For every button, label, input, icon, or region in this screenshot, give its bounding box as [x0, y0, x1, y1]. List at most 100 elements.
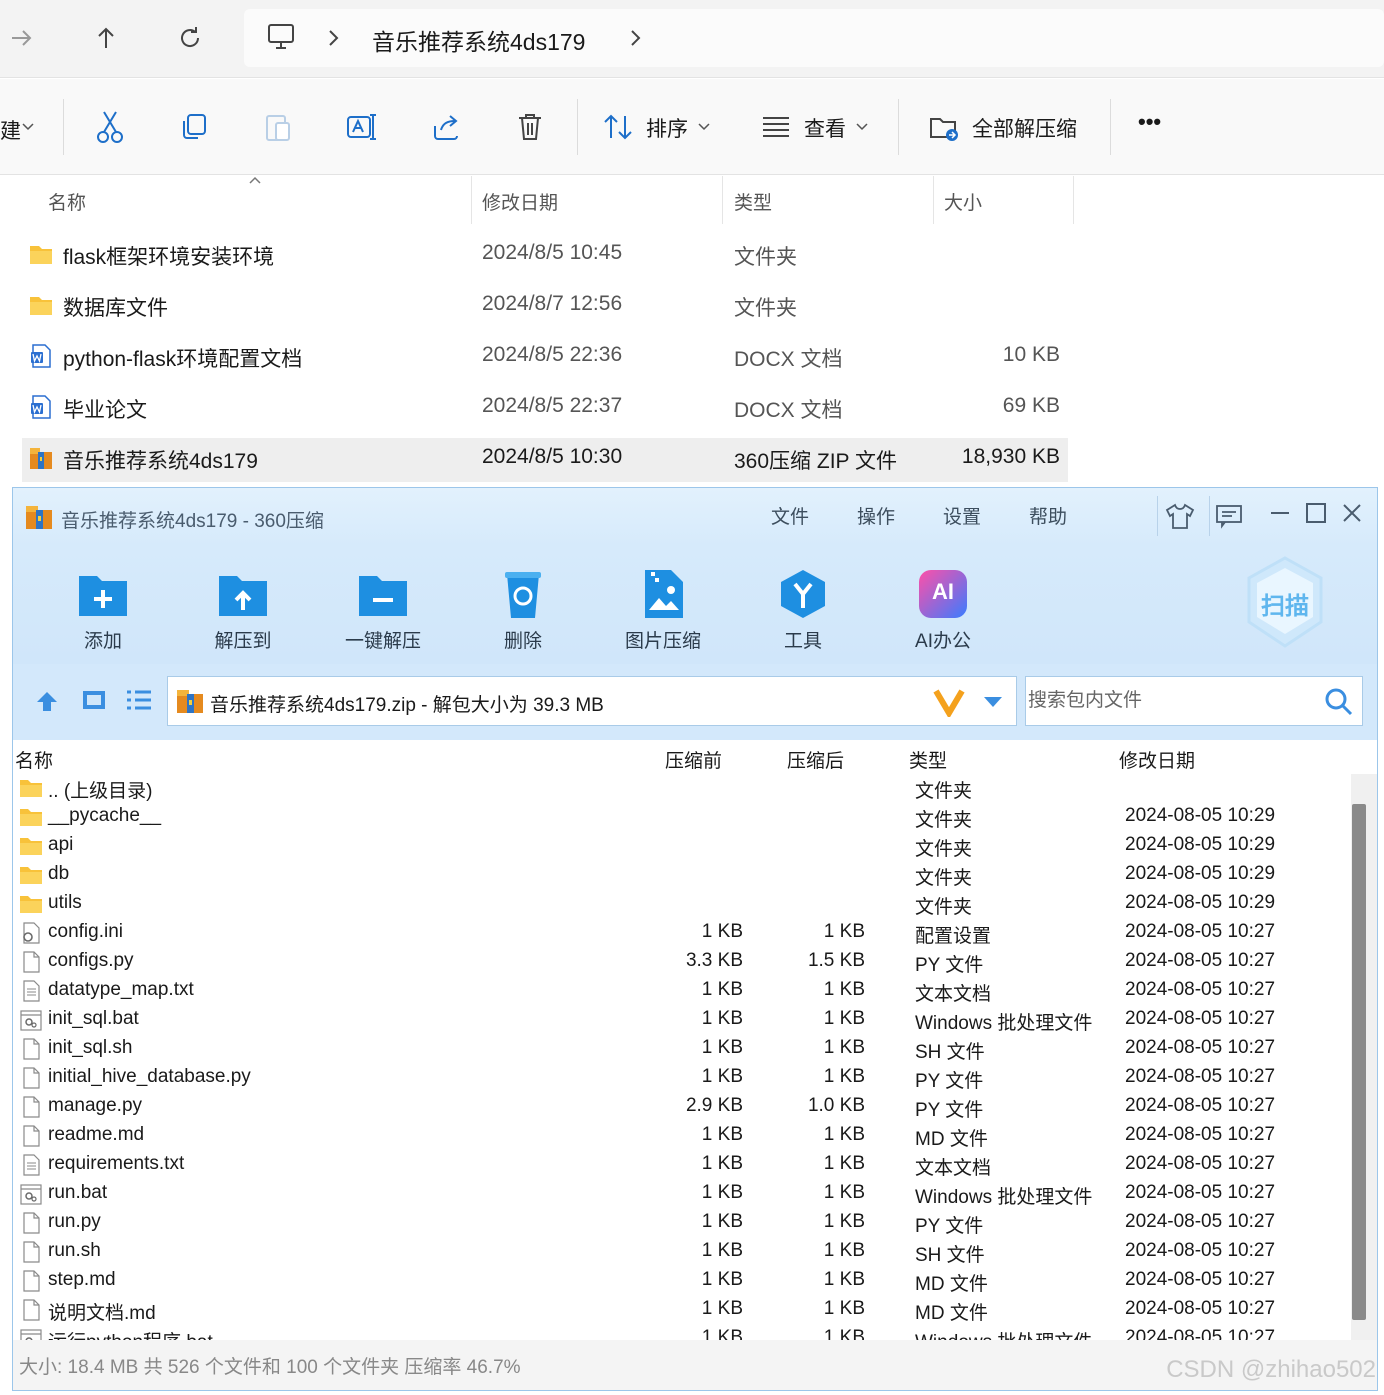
archive-path-field[interactable]: 音乐推荐系统4ds179.zip - 解包大小为 39.3 MB: [167, 676, 1017, 726]
entry-compressed-size: 1 KB: [823, 1066, 865, 1087]
entry-date: 2024-08-05 10:27: [1125, 1182, 1276, 1203]
chevron-down-icon[interactable]: [22, 123, 34, 131]
archive-row[interactable]: api 文件夹 2024-08-05 10:29: [13, 832, 1351, 861]
v-logo-icon[interactable]: [932, 687, 966, 717]
column-header-date[interactable]: 修改日期: [482, 188, 558, 215]
file-row[interactable]: 数据库文件 2024/8/7 12:56 文件夹: [22, 285, 1068, 329]
up-level-icon[interactable]: [33, 688, 61, 714]
ai-office-button[interactable]: AI AI办公: [893, 562, 993, 662]
delete-button[interactable]: 删除: [473, 562, 573, 662]
new-menu-label[interactable]: 建: [0, 115, 21, 145]
add-button[interactable]: 添加: [53, 562, 153, 662]
entry-type: 文件夹: [915, 897, 973, 918]
column-header-date[interactable]: 修改日期: [1119, 746, 1195, 773]
menu-settings[interactable]: 设置: [943, 502, 981, 529]
entry-name: run.sh: [48, 1240, 101, 1261]
copy-icon[interactable]: [176, 109, 212, 145]
archive-row[interactable]: utils 文件夹 2024-08-05 10:29: [13, 890, 1351, 919]
archive-row[interactable]: .. (上级目录) 文件夹: [13, 774, 1351, 803]
file-row[interactable]: flask框架环境安装环境 2024/8/5 10:45 文件夹: [22, 234, 1068, 278]
file-icon: [23, 1212, 40, 1234]
extract-to-button[interactable]: 解压到: [193, 562, 293, 662]
archive-row[interactable]: datatype_map.txt 1 KB 1 KB 文本文档 2024-08-05 1…: [13, 977, 1351, 1006]
archive-row[interactable]: initial_hive_database.py 1 KB 1 KB PY 文件 202…: [13, 1064, 1351, 1093]
paste-icon[interactable]: [260, 109, 296, 145]
chevron-right-icon[interactable]: [628, 29, 642, 47]
refresh-icon[interactable]: [170, 18, 210, 58]
address-bar[interactable]: 音乐推荐系统4ds179: [244, 9, 1384, 67]
entry-name: 说明文档.md: [48, 1303, 156, 1324]
file-icon: [23, 1096, 40, 1118]
thumbnail-view-icon[interactable]: [81, 689, 107, 711]
file-size: 18,930 KB: [961, 445, 1060, 468]
archive-row[interactable]: config.ini 1 KB 1 KB 配置设置 2024-08-05 10:27: [13, 919, 1351, 948]
feedback-icon[interactable]: [1215, 503, 1243, 529]
archive-row[interactable]: requirements.txt 1 KB 1 KB 文本文档 2024-08-05 1…: [13, 1151, 1351, 1180]
entry-compressed-size: 1 KB: [823, 1298, 865, 1319]
one-click-extract-button[interactable]: 一键解压: [333, 562, 433, 662]
entry-date: 2024-08-05 10:27: [1125, 1153, 1276, 1174]
column-header-type[interactable]: 类型: [734, 188, 772, 215]
archive-row[interactable]: run.sh 1 KB 1 KB SH 文件 2024-08-05 10:27: [13, 1238, 1351, 1267]
chevron-down-icon[interactable]: [698, 123, 710, 131]
file-list-header: 名称 修改日期 类型 大小: [0, 176, 1384, 226]
archive-row[interactable]: manage.py 2.9 KB 1.0 KB PY 文件 2024-08-05 10:…: [13, 1093, 1351, 1122]
entry-name: api: [48, 834, 74, 855]
column-header-type[interactable]: 类型: [909, 746, 947, 773]
extract-all-button[interactable]: 全部解压缩: [972, 113, 1077, 143]
file-date: 2024/8/5 10:45: [482, 241, 623, 264]
view-button[interactable]: 查看: [804, 113, 846, 143]
column-header-name[interactable]: 名称: [15, 746, 53, 773]
close-icon[interactable]: [1341, 502, 1363, 524]
tool-label: 一键解压: [344, 631, 421, 652]
archive-row[interactable]: 说明文档.md 1 KB 1 KB MD 文件 2024-08-05 10:27: [13, 1296, 1351, 1325]
dropdown-arrow-icon[interactable]: [982, 695, 1004, 709]
archive-row[interactable]: run.py 1 KB 1 KB PY 文件 2024-08-05 10:27: [13, 1209, 1351, 1238]
sort-button[interactable]: 排序: [646, 113, 688, 143]
archive-row[interactable]: init_sql.sh 1 KB 1 KB SH 文件 2024-08-05 10:27: [13, 1035, 1351, 1064]
archive-row[interactable]: db 文件夹 2024-08-05 10:29: [13, 861, 1351, 890]
file-row[interactable]: 毕业论文 2024/8/5 22:37 DOCX 文档 69 KB: [22, 387, 1068, 431]
extract-archive-icon[interactable]: [926, 109, 962, 145]
vertical-scrollbar[interactable]: [1351, 774, 1377, 1340]
chevron-down-icon[interactable]: [856, 123, 868, 131]
column-header-size[interactable]: 大小: [944, 188, 982, 215]
cut-icon[interactable]: [92, 109, 128, 145]
column-header-name[interactable]: 名称: [48, 188, 86, 215]
rename-icon[interactable]: [344, 109, 380, 145]
up-arrow-icon[interactable]: [86, 18, 126, 58]
column-header-original-size[interactable]: 压缩前: [665, 746, 722, 773]
file-row[interactable]: python-flask环境配置文档 2024/8/5 22:36 DOCX 文档 1…: [22, 336, 1068, 380]
view-icon[interactable]: [758, 109, 794, 145]
share-icon[interactable]: [428, 109, 464, 145]
archive-row[interactable]: readme.md 1 KB 1 KB MD 文件 2024-08-05 10:27: [13, 1122, 1351, 1151]
maximize-icon[interactable]: [1305, 502, 1327, 524]
entry-original-size: 1 KB: [701, 1269, 743, 1290]
skin-shirt-icon[interactable]: [1165, 502, 1195, 530]
forward-arrow-icon[interactable]: [2, 18, 42, 58]
search-input[interactable]: [1028, 679, 1318, 723]
archive-row[interactable]: configs.py 3.3 KB 1.5 KB PY 文件 2024-08-05 10…: [13, 948, 1351, 977]
tools-button[interactable]: 工具: [753, 562, 853, 662]
text-file-icon: [23, 1154, 40, 1176]
column-header-compressed-size[interactable]: 压缩后: [787, 746, 844, 773]
menu-file[interactable]: 文件: [771, 502, 809, 529]
more-options-button[interactable]: •••: [1138, 109, 1161, 135]
list-view-icon[interactable]: [125, 689, 153, 711]
menu-help[interactable]: 帮助: [1029, 502, 1067, 529]
scrollbar-thumb[interactable]: [1352, 804, 1366, 1320]
file-row[interactable]: 音乐推荐系统4ds179 2024/8/5 10:30 360压缩 ZIP 文件 18…: [22, 438, 1068, 482]
entry-compressed-size: 1 KB: [823, 1269, 865, 1290]
archive-row[interactable]: step.md 1 KB 1 KB MD 文件 2024-08-05 10:27: [13, 1267, 1351, 1296]
archive-row[interactable]: __pycache__ 文件夹 2024-08-05 10:29: [13, 803, 1351, 832]
archive-row[interactable]: init_sql.bat 1 KB 1 KB Windows 批处理文件 2024-08…: [13, 1006, 1351, 1035]
minimize-icon[interactable]: [1269, 510, 1291, 516]
menu-operation[interactable]: 操作: [857, 502, 895, 529]
image-compress-button[interactable]: 图片压缩: [613, 562, 713, 662]
delete-icon[interactable]: [512, 109, 548, 145]
search-icon[interactable]: [1324, 687, 1354, 717]
archive-row[interactable]: run.bat 1 KB 1 KB Windows 批处理文件 2024-08-05 1…: [13, 1180, 1351, 1209]
scan-button[interactable]: 扫描: [1245, 556, 1325, 648]
sort-icon[interactable]: [600, 109, 636, 145]
breadcrumb-current-folder[interactable]: 音乐推荐系统4ds179: [372, 23, 585, 57]
